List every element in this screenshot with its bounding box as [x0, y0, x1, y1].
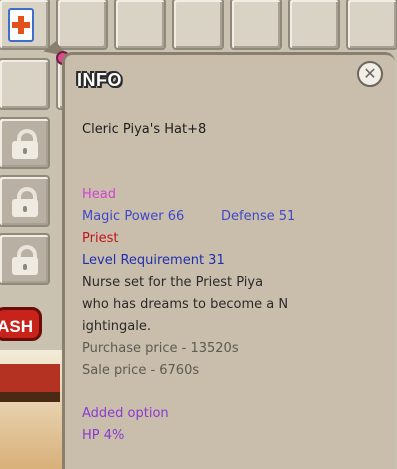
locked-slot [0, 117, 50, 169]
inventory-slot[interactable] [0, 58, 50, 110]
description-line: who has dreams to become a N [82, 297, 289, 312]
locked-slot [0, 175, 50, 227]
inventory-slot[interactable] [288, 0, 340, 50]
lock-icon [12, 129, 38, 159]
item-slot: Head [82, 187, 116, 202]
locked-slot [0, 233, 50, 285]
lock-icon [12, 187, 38, 217]
close-icon[interactable]: ✕ [357, 61, 383, 87]
cash-shop-button[interactable]: ASH [0, 307, 42, 341]
description-line: ightingale. [82, 319, 152, 334]
health-potion-icon [8, 8, 34, 42]
background-artwork [0, 364, 60, 392]
inventory-slot[interactable] [230, 0, 282, 50]
added-option-value: HP 4% [82, 428, 125, 443]
lock-icon [12, 245, 38, 275]
item-class: Priest [82, 231, 119, 246]
item-name: Cleric Piya's Hat+8 [82, 122, 207, 137]
tooltip-title: INFO [77, 70, 122, 90]
inventory-slot[interactable] [346, 0, 397, 50]
level-requirement: Level Requirement 31 [82, 253, 225, 268]
inventory-slot[interactable] [0, 0, 50, 50]
stat-defense: Defense 51 [221, 209, 296, 224]
added-option-label: Added option [82, 406, 169, 421]
sale-price: Sale price - 6760s [82, 363, 200, 378]
background-artwork [0, 392, 60, 402]
stat-magic-power: Magic Power 66 [82, 209, 185, 224]
inventory-slot[interactable] [172, 0, 224, 50]
item-info-tooltip: INFO ✕ Cleric Piya's Hat+8 Head Magic Po… [62, 52, 395, 469]
description-line: Nurse set for the Priest Piya [82, 275, 264, 290]
inventory-slot[interactable] [56, 0, 166, 50]
inventory-slot[interactable] [114, 0, 166, 50]
purchase-price: Purchase price - 13520s [82, 341, 239, 356]
